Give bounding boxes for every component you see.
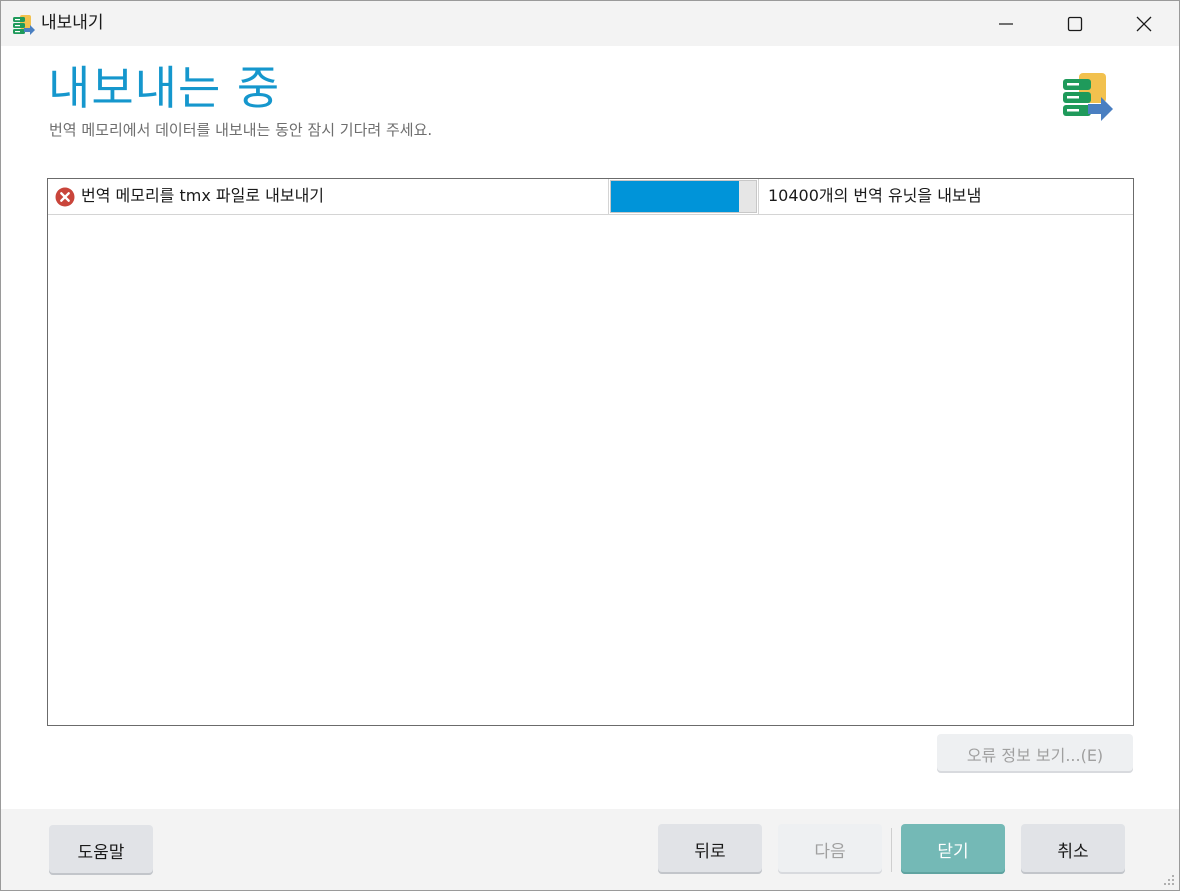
progress-bar (610, 180, 757, 213)
task-status: 10400개의 번역 유닛을 내보냄 (768, 186, 982, 205)
cancel-button[interactable]: 취소 (1021, 824, 1125, 874)
progress-cell (609, 179, 759, 214)
task-list[interactable]: 번역 메모리를 tmx 파일로 내보내기 10400개의 번역 유닛을 내보냄 (47, 178, 1134, 726)
tm-export-icon (1063, 73, 1113, 121)
next-button[interactable]: 다음 (778, 824, 882, 874)
maximize-button[interactable] (1040, 1, 1110, 46)
progress-fill (611, 181, 739, 212)
tm-export-icon (13, 15, 35, 35)
footer-divider (891, 828, 892, 872)
title-bar[interactable]: 내보내기 (1, 1, 1179, 46)
help-button[interactable]: 도움말 (49, 825, 153, 875)
close-button[interactable]: 닫기 (901, 824, 1005, 874)
task-cell: 번역 메모리를 tmx 파일로 내보내기 (48, 179, 609, 214)
task-label: 번역 메모리를 tmx 파일로 내보내기 (81, 186, 325, 205)
back-button[interactable]: 뒤로 (658, 824, 762, 874)
view-error-info-button[interactable]: 오류 정보 보기...(E) (937, 734, 1133, 773)
minimize-icon (999, 22, 1013, 25)
window-title: 내보내기 (41, 13, 104, 33)
minimize-button[interactable] (971, 1, 1041, 46)
page-title: 내보내는 중 (48, 61, 281, 115)
page-subtitle: 번역 메모리에서 데이터를 내보내는 동안 잠시 기다려 주세요. (49, 121, 433, 139)
maximize-icon (1067, 16, 1083, 31)
resize-grip-icon[interactable] (1161, 872, 1175, 886)
export-dialog: 내보내기 내보내는 중 번역 메모리에서 데이터를 내보내는 동안 잠시 기다려… (0, 0, 1180, 891)
close-window-button[interactable] (1109, 1, 1179, 46)
error-icon (55, 187, 75, 207)
table-row[interactable]: 번역 메모리를 tmx 파일로 내보내기 10400개의 번역 유닛을 내보냄 (48, 179, 1133, 215)
status-cell: 10400개의 번역 유닛을 내보냄 (759, 179, 1133, 214)
footer: 도움말 뒤로 다음 닫기 취소 (1, 809, 1179, 890)
close-icon (1136, 16, 1152, 31)
